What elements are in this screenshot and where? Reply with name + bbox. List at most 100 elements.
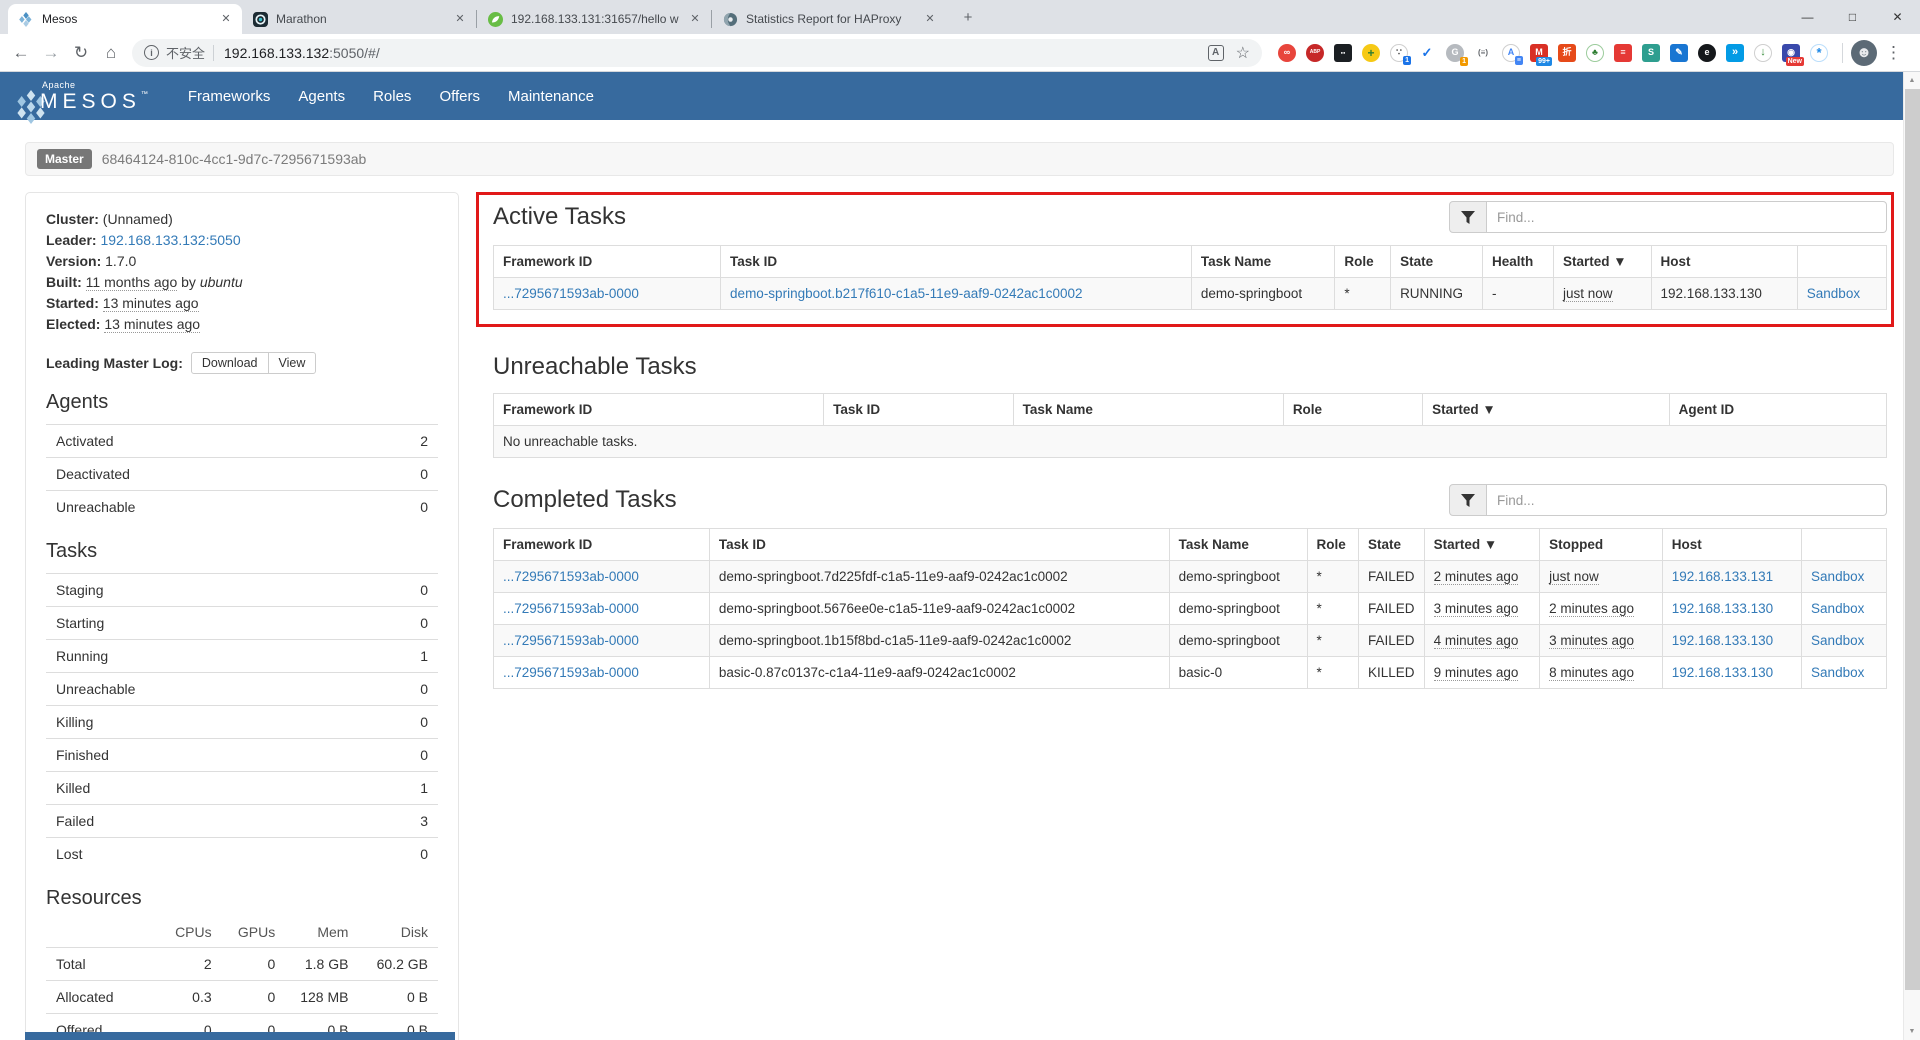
column-header[interactable]: Started ▼ [1424,529,1540,561]
tab-haproxy-stats[interactable]: Statistics Report for HAProxy ✕ [712,4,946,34]
cell-link[interactable]: ...7295671593ab-0000 [503,569,639,584]
site-info-icon[interactable]: i [144,45,159,60]
extension-icon-12[interactable]: ♣ [1586,44,1604,62]
column-header[interactable]: Task Name [1191,246,1334,278]
column-header[interactable]: Started ▼ [1423,394,1670,426]
extension-icon-10[interactable]: M99+ [1530,44,1548,62]
cell-link[interactable]: 192.168.133.130 [1672,601,1773,616]
forward-icon[interactable]: → [36,38,66,68]
back-icon[interactable]: ← [6,38,36,68]
view-button[interactable]: View [268,352,317,374]
extension-icon-20[interactable]: * [1810,44,1828,62]
browser-menu-icon[interactable]: ⋮ [1877,43,1910,63]
tab-close-icon[interactable]: ✕ [218,11,234,27]
cell-link[interactable]: Sandbox [1811,665,1864,680]
extension-icon-1[interactable]: ∞ [1278,44,1296,62]
column-header[interactable]: Task Name [1169,529,1307,561]
column-header[interactable]: Stopped [1540,529,1663,561]
find-input[interactable] [1487,201,1887,233]
extension-icon-14[interactable]: S [1642,44,1660,62]
cell-link[interactable]: 192.168.133.130 [1672,665,1773,680]
tab-close-icon[interactable]: ✕ [922,11,938,27]
scrollbar-thumb[interactable] [1905,89,1920,990]
cell-link[interactable]: Sandbox [1811,569,1864,584]
close-window-button[interactable]: ✕ [1875,0,1920,34]
nav-item-agents[interactable]: Agents [284,72,359,120]
column-header[interactable]: Agent ID [1669,394,1886,426]
nav-item-offers[interactable]: Offers [425,72,494,120]
extension-icon-19[interactable]: ◉New [1782,44,1800,62]
tab-strip: Mesos ✕ Marathon ✕ 192.168.133.131:31657… [0,0,1920,34]
column-header[interactable]: Started ▼ [1554,246,1652,278]
scroll-down-icon[interactable]: ▼ [1904,1023,1920,1040]
column-header[interactable] [1797,246,1886,278]
tab-close-icon[interactable]: ✕ [687,11,703,27]
column-header[interactable]: Task ID [824,394,1013,426]
column-header[interactable]: Task ID [721,246,1192,278]
minimize-button[interactable]: — [1785,0,1830,34]
maximize-button[interactable]: □ [1830,0,1875,34]
tab-spring-hello[interactable]: 192.168.133.131:31657/hello w ✕ [477,4,711,34]
column-header[interactable]: Host [1662,529,1801,561]
cell-link[interactable]: ...7295671593ab-0000 [503,665,639,680]
column-header[interactable]: Task ID [709,529,1169,561]
extension-icon-6[interactable]: ✓ [1418,44,1436,62]
tab-mesos[interactable]: Mesos ✕ [8,4,242,34]
column-header[interactable] [1802,529,1887,561]
filter-funnel-icon[interactable] [1449,201,1487,233]
column-header[interactable]: State [1391,246,1483,278]
column-header[interactable]: Framework ID [494,529,710,561]
scroll-up-icon[interactable]: ▲ [1904,72,1920,89]
cell-link[interactable]: Sandbox [1811,601,1864,616]
home-icon[interactable]: ⌂ [96,38,126,68]
extension-icon-18[interactable]: ↓ [1754,44,1772,62]
nav-item-roles[interactable]: Roles [359,72,425,120]
cell-link[interactable]: Sandbox [1807,286,1860,301]
extension-icon-16[interactable]: e [1698,44,1716,62]
column-header[interactable]: Framework ID [494,246,721,278]
column-header[interactable]: Role [1283,394,1422,426]
bookmark-star-icon[interactable]: ☆ [1236,43,1250,63]
cell-link[interactable]: 192.168.133.131 [1672,569,1773,584]
extension-icon-13[interactable]: ≡ [1614,44,1632,62]
column-header[interactable]: State [1359,529,1425,561]
extension-icon-2[interactable]: ABP [1306,44,1324,62]
translate-icon[interactable]: A [1208,45,1224,61]
cell-link[interactable]: ...7295671593ab-0000 [503,601,639,616]
extension-icon-9[interactable]: A≡ [1502,44,1520,62]
cell-link[interactable]: demo-springboot.b217f610-c1a5-11e9-aaf9-… [730,286,1083,301]
reload-icon[interactable]: ↻ [66,38,96,68]
nav-item-maintenance[interactable]: Maintenance [494,72,608,120]
mesos-brand[interactable]: Apache MESOS™ [14,81,148,112]
tab-marathon[interactable]: Marathon ✕ [242,4,476,34]
address-bar[interactable]: i 不安全 192.168.133.132 :5050/#/ A ☆ [132,39,1262,67]
cell-link[interactable]: 192.168.133.130 [1672,633,1773,648]
column-header[interactable]: Role [1307,529,1359,561]
extension-icon-4[interactable]: + [1362,44,1380,62]
cell-link[interactable]: ...7295671593ab-0000 [503,286,639,301]
nav-item-frameworks[interactable]: Frameworks [174,72,285,120]
extension-icon-7[interactable]: G1 [1446,44,1464,62]
column-header[interactable]: Role [1335,246,1391,278]
cell-link[interactable]: Sandbox [1811,633,1864,648]
column-header[interactable]: Host [1651,246,1797,278]
download-button[interactable]: Download [191,352,269,374]
new-tab-button[interactable]: + [954,3,982,31]
extension-icon-11[interactable]: 折 [1558,44,1576,62]
extension-icon-17[interactable]: » [1726,44,1744,62]
filter-funnel-icon[interactable] [1449,484,1487,516]
cell-link[interactable]: ...7295671593ab-0000 [503,633,639,648]
column-header[interactable]: Health [1483,246,1554,278]
profile-avatar[interactable]: ☻ [1851,40,1877,66]
leader-link[interactable]: 192.168.133.132:5050 [100,232,240,248]
page-scrollbar[interactable]: ▲ ▼ [1903,72,1920,1040]
column-header[interactable]: Task Name [1013,394,1283,426]
tab-close-icon[interactable]: ✕ [452,11,468,27]
find-input[interactable] [1487,484,1887,516]
column-header[interactable]: Framework ID [494,394,824,426]
extension-icon-5[interactable]: ∵1 [1390,44,1408,62]
extension-icon-3[interactable]: ●● [1334,44,1352,62]
extension-icon-8[interactable]: (≡) [1474,44,1492,62]
extension-icon-15[interactable]: ✎ [1670,44,1688,62]
nav-items: FrameworksAgentsRolesOffersMaintenance [174,72,608,120]
